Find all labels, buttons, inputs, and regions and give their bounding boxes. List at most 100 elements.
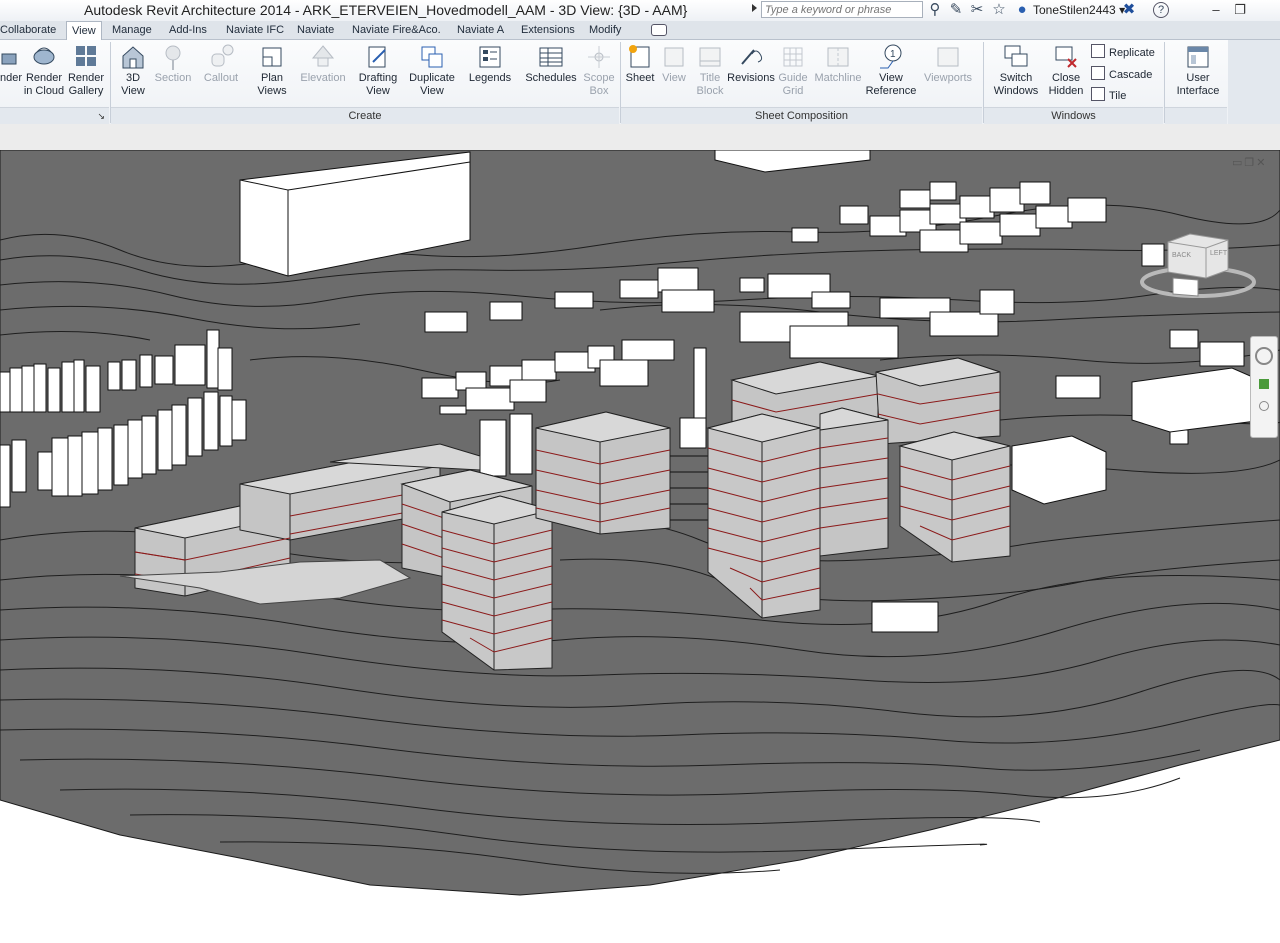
matchline-label: Matchline — [814, 72, 862, 84]
tab-extensions[interactable]: Extensions — [521, 22, 575, 38]
viewport-window-controls[interactable]: ▭❐✕ — [1232, 156, 1268, 169]
render-in-cloud-label-2: in Cloud — [23, 85, 65, 97]
section-button[interactable]: Section — [153, 42, 193, 85]
render-button[interactable]: nder — [0, 42, 22, 85]
view-reference-icon: 1 — [880, 44, 902, 69]
tab-view[interactable]: View — [66, 21, 102, 40]
view-reference-button[interactable]: 1 View Reference — [864, 42, 918, 98]
viewport-restore-icon[interactable]: ❐ — [1244, 157, 1256, 169]
ribbon-empty-area — [1228, 40, 1280, 124]
subscription-icon[interactable]: ✎ — [947, 1, 965, 19]
plan-views-button[interactable]: Plan Views — [254, 42, 290, 98]
viewports-button[interactable]: Viewports — [922, 42, 974, 85]
legends-icon — [479, 46, 501, 68]
3d-view-label-1: 3D — [125, 72, 141, 84]
communication-icon[interactable]: ✂ — [968, 1, 986, 19]
schedules-button[interactable]: Schedules — [524, 42, 578, 85]
title-block-button[interactable]: Title Block — [693, 42, 727, 98]
panel-launcher-icon[interactable]: ↘ — [97, 111, 109, 121]
3d-view-button[interactable]: 3D View — [116, 42, 150, 98]
matchline-icon — [827, 47, 849, 67]
tile-button[interactable]: Tile — [1091, 87, 1126, 105]
render-label: nder — [0, 72, 23, 84]
tab-add-ins[interactable]: Add-Ins — [169, 22, 207, 38]
close-hidden-label-2: Hidden — [1048, 85, 1084, 97]
user-interface-button[interactable]: User Interface — [1172, 42, 1224, 98]
guide-grid-label-1: Guide — [778, 72, 808, 84]
svg-text:1: 1 — [890, 49, 896, 60]
cascade-button[interactable]: Cascade — [1091, 66, 1152, 84]
legends-button[interactable]: Legends — [467, 42, 513, 85]
close-hidden-button[interactable]: Close Hidden — [1046, 42, 1086, 98]
tab-collaborate[interactable]: Collaborate — [0, 22, 56, 38]
viewcube-face-back[interactable]: BACK — [1172, 252, 1191, 259]
favorites-star-icon[interactable]: ☆ — [990, 1, 1008, 19]
user-name[interactable]: ToneStilen2443 ▾ — [1033, 3, 1125, 17]
viewcube-face-left[interactable]: LEFT — [1210, 250, 1227, 257]
render-in-cloud-button[interactable]: Render in Cloud — [23, 42, 65, 98]
restore-icon[interactable]: ❐ — [1228, 0, 1252, 20]
create-panel-footer: Create — [111, 107, 619, 124]
drafting-view-label-2: View — [366, 85, 390, 97]
ribbon-minimize-toggle-icon[interactable] — [651, 24, 667, 36]
viewport-minimize-icon[interactable]: ▭ — [1232, 157, 1244, 169]
guide-grid-icon — [783, 47, 803, 67]
exchange-apps-icon[interactable]: ✖ — [1120, 1, 1138, 19]
pan-icon[interactable] — [1259, 379, 1269, 389]
close-hidden-label-1: Close — [1051, 72, 1081, 84]
view-place-button[interactable]: View — [658, 42, 690, 85]
replicate-button[interactable]: Replicate — [1091, 44, 1155, 62]
render-gallery-label-2: Gallery — [68, 85, 104, 97]
revisions-button[interactable]: Revisions — [727, 42, 775, 85]
switch-windows-button[interactable]: Switch Windows — [992, 42, 1040, 98]
duplicate-view-button[interactable]: Duplicate View — [407, 42, 457, 98]
cascade-icon — [1091, 66, 1105, 80]
tab-naviate[interactable]: Naviate — [297, 22, 334, 38]
elevation-button[interactable]: Elevation — [299, 42, 347, 85]
plan-views-label-2: Views — [257, 85, 287, 97]
zoom-icon[interactable] — [1259, 401, 1269, 411]
plan-views-icon — [262, 47, 282, 67]
binoculars-icon[interactable]: ⚲ — [926, 1, 944, 19]
matchline-button[interactable]: Matchline — [813, 42, 863, 85]
viewports-icon — [937, 47, 959, 67]
user-interface-label-2: Interface — [1176, 85, 1220, 97]
scope-box-button[interactable]: Scope Box — [582, 42, 616, 98]
steering-wheel-icon[interactable] — [1255, 347, 1273, 365]
house-3d-icon — [122, 46, 144, 69]
graphics-panel-footer: ↘ — [0, 107, 109, 124]
search-input[interactable] — [761, 1, 923, 18]
sheet-button[interactable]: Sheet — [624, 42, 656, 85]
tab-manage[interactable]: Manage — [112, 22, 152, 38]
viewport-close-icon[interactable]: ✕ — [1256, 157, 1267, 169]
search-expand-arrow-icon[interactable] — [752, 4, 757, 12]
drafting-view-button[interactable]: Drafting View — [356, 42, 400, 98]
view-place-label: View — [662, 72, 686, 84]
drafting-view-icon — [368, 46, 386, 68]
viewcube-graphic[interactable] — [1138, 230, 1258, 300]
cascade-label: Cascade — [1109, 69, 1153, 81]
tile-icon — [1091, 87, 1105, 101]
app-title: Autodesk Revit Architecture 2014 - ARK_E… — [84, 2, 688, 18]
tab-modify[interactable]: Modify — [589, 22, 621, 38]
apartment-tower-front — [441, 495, 553, 671]
tab-naviate-a[interactable]: Naviate A — [457, 22, 504, 38]
render-in-cloud-label-1: Render — [25, 72, 63, 84]
user-icon[interactable]: ● — [1013, 1, 1031, 19]
3d-viewport[interactable]: ▭❐✕ BACK LEFT — [0, 150, 1280, 943]
tile-label: Tile — [1109, 90, 1127, 102]
viewcube[interactable]: BACK LEFT — [1138, 230, 1258, 300]
render-gallery-button[interactable]: Render Gallery — [67, 42, 105, 98]
user-interface-label-1: User — [1186, 72, 1210, 84]
guide-grid-button[interactable]: Guide Grid — [776, 42, 810, 98]
minimize-icon[interactable]: – — [1204, 0, 1228, 20]
3d-scene[interactable] — [0, 150, 1280, 943]
help-icon[interactable]: ? — [1153, 2, 1169, 18]
tab-naviate-fire[interactable]: Naviate Fire&Aco. — [352, 22, 441, 38]
callout-icon — [211, 44, 234, 67]
revisions-icon — [741, 49, 763, 65]
callout-button[interactable]: Callout — [200, 42, 242, 85]
navigation-bar — [1250, 336, 1278, 438]
render-cloud-teapot-icon — [33, 47, 55, 65]
tab-naviate-ifc[interactable]: Naviate IFC — [226, 22, 284, 38]
